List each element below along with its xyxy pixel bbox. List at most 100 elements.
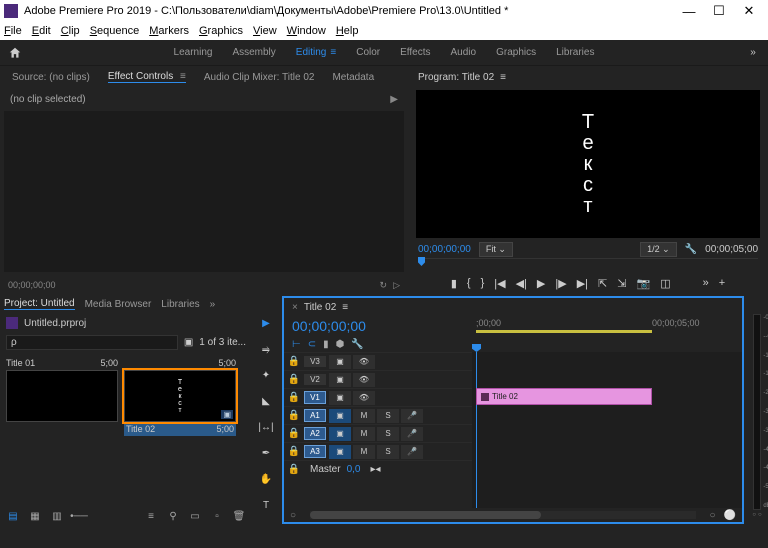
menu-help[interactable]: Help <box>336 25 359 37</box>
program-tc-left[interactable]: 00;00;00;00 <box>418 244 471 255</box>
timeline-timecode[interactable]: 00;00;00;00 <box>292 318 366 334</box>
ws-graphics[interactable]: Graphics <box>496 47 536 58</box>
project-item[interactable]: 5;00 Текст ▣ Title 025;00 <box>124 356 236 436</box>
program-monitor[interactable]: Т е к с т <box>416 90 760 238</box>
tl-expand-icon[interactable]: ○ <box>290 510 296 521</box>
freeform-view-icon[interactable]: ▥ <box>50 510 64 522</box>
new-bin-icon[interactable]: ▭ <box>188 510 202 522</box>
search-input[interactable] <box>6 335 178 350</box>
menu-graphics[interactable]: Graphics <box>199 25 243 37</box>
sort-icon[interactable]: ≡ <box>144 510 158 522</box>
ws-assembly[interactable]: Assembly <box>232 47 275 58</box>
timeline-content[interactable]: Title 02 <box>472 352 742 508</box>
track-v1[interactable]: 🔒V1▣👁 <box>284 388 472 406</box>
minimize-button[interactable]: — <box>674 4 704 19</box>
hamburger-icon[interactable]: ≡ <box>500 72 506 83</box>
track-select-tool[interactable]: ⥤ <box>257 340 275 358</box>
work-area-bar[interactable] <box>476 330 652 333</box>
thumbnail[interactable] <box>6 370 118 422</box>
disclosure-icon[interactable]: ▶ <box>390 94 398 105</box>
sequence-name[interactable]: Title 02 <box>304 302 336 313</box>
program-ruler[interactable] <box>418 258 758 272</box>
list-view-icon[interactable]: ▤ <box>6 510 20 522</box>
compare-button[interactable]: ◫ <box>660 277 670 290</box>
track-v3[interactable]: 🔒V3▣👁 <box>284 352 472 370</box>
loop-icon[interactable]: ↻ <box>380 280 388 291</box>
ws-audio[interactable]: Audio <box>451 47 477 58</box>
icon-view-icon[interactable]: ▦ <box>28 510 42 522</box>
lift-button[interactable]: ⇱ <box>598 277 607 290</box>
trash-icon[interactable]: 🗑 <box>232 510 246 522</box>
clip-title02[interactable]: Title 02 <box>476 388 652 405</box>
lock-icon[interactable]: 🔒 <box>284 392 304 403</box>
menu-edit[interactable]: Edit <box>32 25 51 37</box>
ws-learning[interactable]: Learning <box>174 47 213 58</box>
slip-tool[interactable]: |↔| <box>257 418 275 436</box>
menu-file[interactable]: File <box>4 25 22 37</box>
tab-source[interactable]: Source: (no clips) <box>12 72 90 83</box>
tab-metadata[interactable]: Metadata <box>332 72 374 83</box>
menu-clip[interactable]: Clip <box>61 25 80 37</box>
menu-window[interactable]: Window <box>287 25 326 37</box>
button-editor[interactable]: + <box>719 277 725 289</box>
solo-left-icon[interactable]: ○ <box>752 512 756 526</box>
hamburger-icon[interactable]: ≡ <box>342 302 348 313</box>
tl-collapse-icon[interactable]: ○ <box>710 510 716 521</box>
snap-icon[interactable]: ⊢ <box>292 339 301 350</box>
filter-icon[interactable]: ▣ <box>184 337 193 348</box>
program-playhead[interactable] <box>418 257 425 266</box>
close-button[interactable]: ✕ <box>734 3 764 19</box>
home-button[interactable] <box>0 46 30 60</box>
settings-icon[interactable]: ⬢ <box>336 339 345 350</box>
menu-markers[interactable]: Markers <box>149 25 189 37</box>
track-a3[interactable]: 🔒A3▣MS🎤 <box>284 442 472 460</box>
lock-icon[interactable]: 🔒 <box>284 374 304 385</box>
ws-editing[interactable]: Editing ≡ <box>296 47 336 58</box>
tab-libraries[interactable]: Libraries <box>161 299 199 310</box>
extract-button[interactable]: ⇲ <box>617 277 626 290</box>
zoom-slider[interactable]: •── <box>72 510 86 522</box>
new-item-icon[interactable]: ▫ <box>210 510 224 522</box>
maximize-button[interactable]: ☐ <box>704 3 734 19</box>
hand-tool[interactable]: ✋ <box>257 470 275 488</box>
tab-effect-controls[interactable]: Effect Controls ≡ <box>108 71 186 83</box>
lock-icon[interactable]: 🔒 <box>284 356 304 367</box>
find-icon[interactable]: ⚲ <box>166 510 180 522</box>
overflow-button[interactable]: » <box>703 277 709 289</box>
timeline-ruler[interactable]: ;00;00 00;00;05;00 00;00;10 <box>472 316 742 336</box>
wrench-icon[interactable]: 🔧 <box>351 339 363 350</box>
track-v2[interactable]: 🔒V2▣👁 <box>284 370 472 388</box>
lock-icon[interactable]: 🔒 <box>284 446 304 457</box>
export-frame-button[interactable]: 📷 <box>636 277 650 290</box>
wrench-icon[interactable]: 🔧 <box>685 244 697 255</box>
overflow-icon[interactable]: » <box>210 299 216 310</box>
resolution-dropdown[interactable]: 1/2 ⌄ <box>640 242 677 257</box>
tab-media-browser[interactable]: Media Browser <box>85 299 152 310</box>
tab-project[interactable]: Project: Untitled <box>4 298 75 310</box>
tab-audio-mixer[interactable]: Audio Clip Mixer: Title 02 <box>204 72 315 83</box>
add-marker-button[interactable]: ▮ <box>451 277 457 290</box>
fit-dropdown[interactable]: Fit ⌄ <box>479 242 513 257</box>
menu-view[interactable]: View <box>253 25 277 37</box>
track-a2[interactable]: 🔒A2▣MS🎤 <box>284 424 472 442</box>
go-out-button[interactable]: ▶| <box>577 277 588 290</box>
lock-icon[interactable]: 🔒 <box>284 428 304 439</box>
solo-right-icon[interactable]: ○ <box>758 512 762 526</box>
tl-tools-icon[interactable]: ⚪ <box>724 510 736 521</box>
track-master[interactable]: 🔒Master0,0▸◂ <box>284 460 472 478</box>
mark-out-button[interactable]: } <box>481 277 485 289</box>
play-button[interactable]: ▶ <box>537 277 545 290</box>
step-back-button[interactable]: ◀| <box>516 277 527 290</box>
marker-icon[interactable]: ▮ <box>323 339 329 350</box>
project-item[interactable]: Title 015;00 <box>6 356 118 436</box>
mark-in-button[interactable]: { <box>467 277 471 289</box>
type-tool[interactable]: T <box>257 496 275 514</box>
selection-tool[interactable]: ▶ <box>257 314 275 332</box>
menu-sequence[interactable]: Sequence <box>90 25 140 37</box>
timeline-playhead[interactable] <box>476 352 477 508</box>
ripple-tool[interactable]: ✦ <box>257 366 275 384</box>
lock-icon[interactable]: 🔒 <box>284 410 304 421</box>
go-in-button[interactable]: |◀ <box>494 277 505 290</box>
hamburger-icon[interactable]: ≡ <box>177 71 186 82</box>
lock-icon[interactable]: 🔒 <box>284 464 304 475</box>
